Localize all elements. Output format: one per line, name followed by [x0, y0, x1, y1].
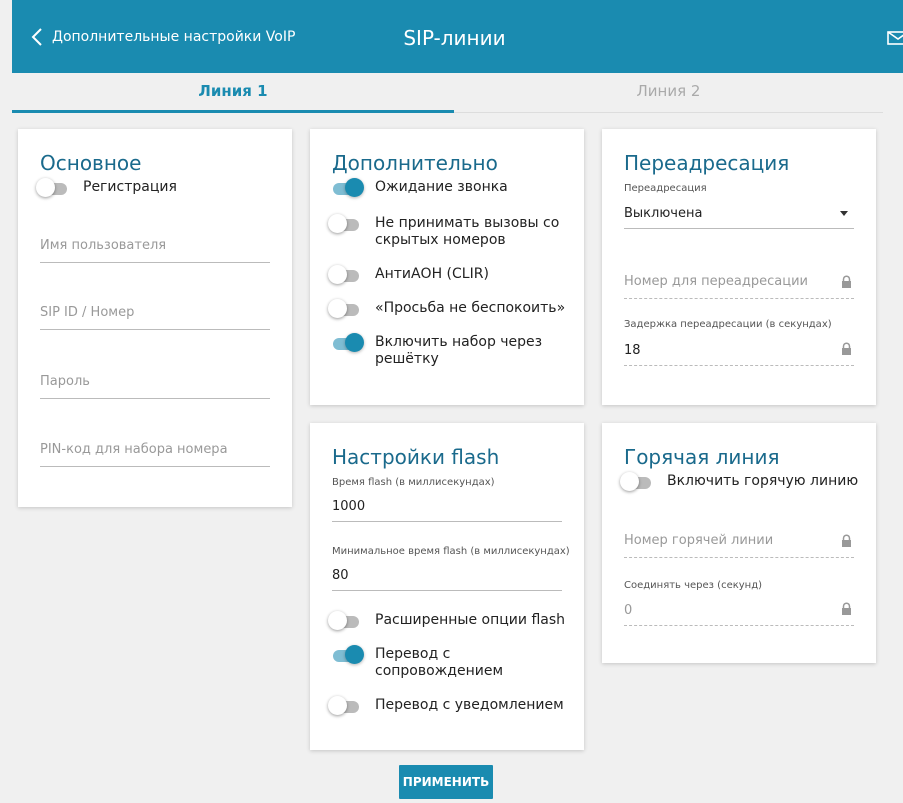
line-tabs: Линия 1 Линия 2	[12, 73, 883, 113]
forwarding-number-field[interactable]: Номер для переадресации	[624, 265, 854, 299]
call-waiting-label: Ожидание звонка	[375, 179, 508, 195]
flash-time-field[interactable]: 1000	[332, 488, 562, 522]
sip-id-field[interactable]: SIP ID / Номер	[40, 296, 270, 330]
chevron-left-icon	[31, 28, 42, 46]
attended-transfer-label: Перевод с сопровождением	[375, 646, 504, 679]
notified-transfer-label: Перевод с уведомлением	[375, 697, 564, 713]
hotline-card: Горячая линия Включить горячую линию Ном…	[602, 423, 876, 663]
basic-card-title: Основное	[40, 151, 142, 175]
username-field[interactable]: Имя пользователя	[40, 229, 270, 263]
forwarding-select-label: Переадресация	[624, 183, 707, 194]
dropdown-arrow-icon	[840, 211, 848, 216]
hash-dial-switch[interactable]	[330, 333, 364, 352]
forwarding-number-placeholder: Номер для переадресации	[624, 274, 808, 289]
flash-card-title: Настройки flash	[332, 445, 500, 469]
hotline-label: Включить горячую линию	[667, 473, 859, 489]
lock-icon	[842, 275, 851, 288]
additional-card-title: Дополнительно	[332, 151, 498, 175]
lock-icon	[842, 534, 851, 547]
lock-icon	[842, 342, 851, 355]
registration-label: Регистрация	[83, 179, 177, 195]
hotline-switch[interactable]	[620, 472, 654, 491]
dnd-label: «Просьба не беспокоить»	[375, 300, 566, 316]
tab-line-1[interactable]: Линия 1	[12, 73, 454, 113]
lock-icon	[842, 602, 851, 615]
username-placeholder: Имя пользователя	[40, 238, 167, 253]
mail-icon[interactable]	[885, 30, 903, 46]
hash-dial-label: Включить набор через решётку	[375, 334, 543, 367]
attended-transfer-switch[interactable]	[330, 645, 364, 664]
hash-dial-toggle-row: Включить набор через решётку	[330, 333, 570, 368]
back-link[interactable]: Дополнительные настройки VoIP	[30, 27, 295, 47]
forwarding-select-value: Выключена	[624, 206, 703, 221]
sip-id-placeholder: SIP ID / Номер	[40, 305, 135, 320]
flash-time-label: Время flash (в миллисекундах)	[332, 477, 495, 488]
reject-hidden-switch[interactable]	[328, 214, 362, 233]
reject-hidden-toggle-row: Не принимать вызовы со скрытых номеров	[328, 214, 570, 249]
hotline-connect-label: Соединять через (секунд)	[624, 580, 763, 591]
password-placeholder: Пароль	[40, 374, 90, 389]
clir-switch[interactable]	[328, 265, 362, 284]
hotline-connect-field[interactable]: 0	[624, 592, 854, 626]
extended-flash-switch[interactable]	[328, 611, 362, 630]
forwarding-card-title: Переадресация	[624, 151, 790, 175]
forwarding-delay-field[interactable]: 18	[624, 332, 854, 366]
attended-transfer-toggle-row: Перевод с сопровождением	[330, 645, 570, 680]
extended-flash-label: Расширенные опции flash	[375, 612, 566, 628]
flash-min-time-value: 80	[332, 568, 349, 583]
back-link-label: Дополнительные настройки VoIP	[52, 29, 296, 45]
hotline-toggle-row: Включить горячую линию	[620, 472, 872, 491]
forwarding-card: Переадресация Переадресация Выключена Но…	[602, 129, 876, 405]
forwarding-select[interactable]: Выключена	[624, 201, 854, 229]
basic-card: Основное Регистрация Имя пользователя SI…	[18, 129, 292, 507]
dnd-switch[interactable]	[328, 299, 362, 318]
additional-card: Дополнительно Ожидание звонка Не принима…	[310, 129, 584, 405]
flash-min-time-label: Минимальное время flash (в миллисекундах…	[332, 546, 570, 557]
hotline-card-title: Горячая линия	[624, 445, 780, 469]
registration-toggle-row: Регистрация	[36, 178, 278, 197]
hotline-connect-value: 0	[624, 603, 633, 618]
apply-button[interactable]: ПРИМЕНИТЬ	[399, 765, 493, 799]
extended-flash-toggle-row: Расширенные опции flash	[328, 611, 570, 630]
flash-time-value: 1000	[332, 499, 366, 514]
pin-field[interactable]: PIN-код для набора номера	[40, 433, 270, 467]
call-waiting-toggle-row: Ожидание звонка	[330, 178, 570, 197]
call-waiting-switch[interactable]	[330, 178, 364, 197]
flash-card: Настройки flash Время flash (в миллисеку…	[310, 423, 584, 750]
tab-line-2[interactable]: Линия 2	[454, 73, 883, 113]
password-field[interactable]: Пароль	[40, 365, 270, 399]
forwarding-delay-label: Задержка переадресации (в секундах)	[624, 319, 832, 330]
clir-label: АнтиАОН (CLIR)	[375, 266, 489, 282]
forwarding-delay-value: 18	[624, 343, 641, 358]
header-bar: Дополнительные настройки VoIP SIP-линии	[12, 0, 903, 73]
hotline-number-placeholder: Номер горячей линии	[624, 533, 774, 548]
flash-min-time-field[interactable]: 80	[332, 557, 562, 591]
pin-placeholder: PIN-код для набора номера	[40, 442, 228, 457]
notified-transfer-switch[interactable]	[328, 696, 362, 715]
reject-hidden-label: Не принимать вызовы со скрытых номеров	[375, 215, 560, 248]
clir-toggle-row: АнтиАОН (CLIR)	[328, 265, 570, 284]
hotline-number-field[interactable]: Номер горячей линии	[624, 524, 854, 558]
dnd-toggle-row: «Просьба не беспокоить»	[328, 299, 570, 318]
notified-transfer-toggle-row: Перевод с уведомлением	[328, 696, 570, 715]
registration-switch[interactable]	[36, 178, 70, 197]
